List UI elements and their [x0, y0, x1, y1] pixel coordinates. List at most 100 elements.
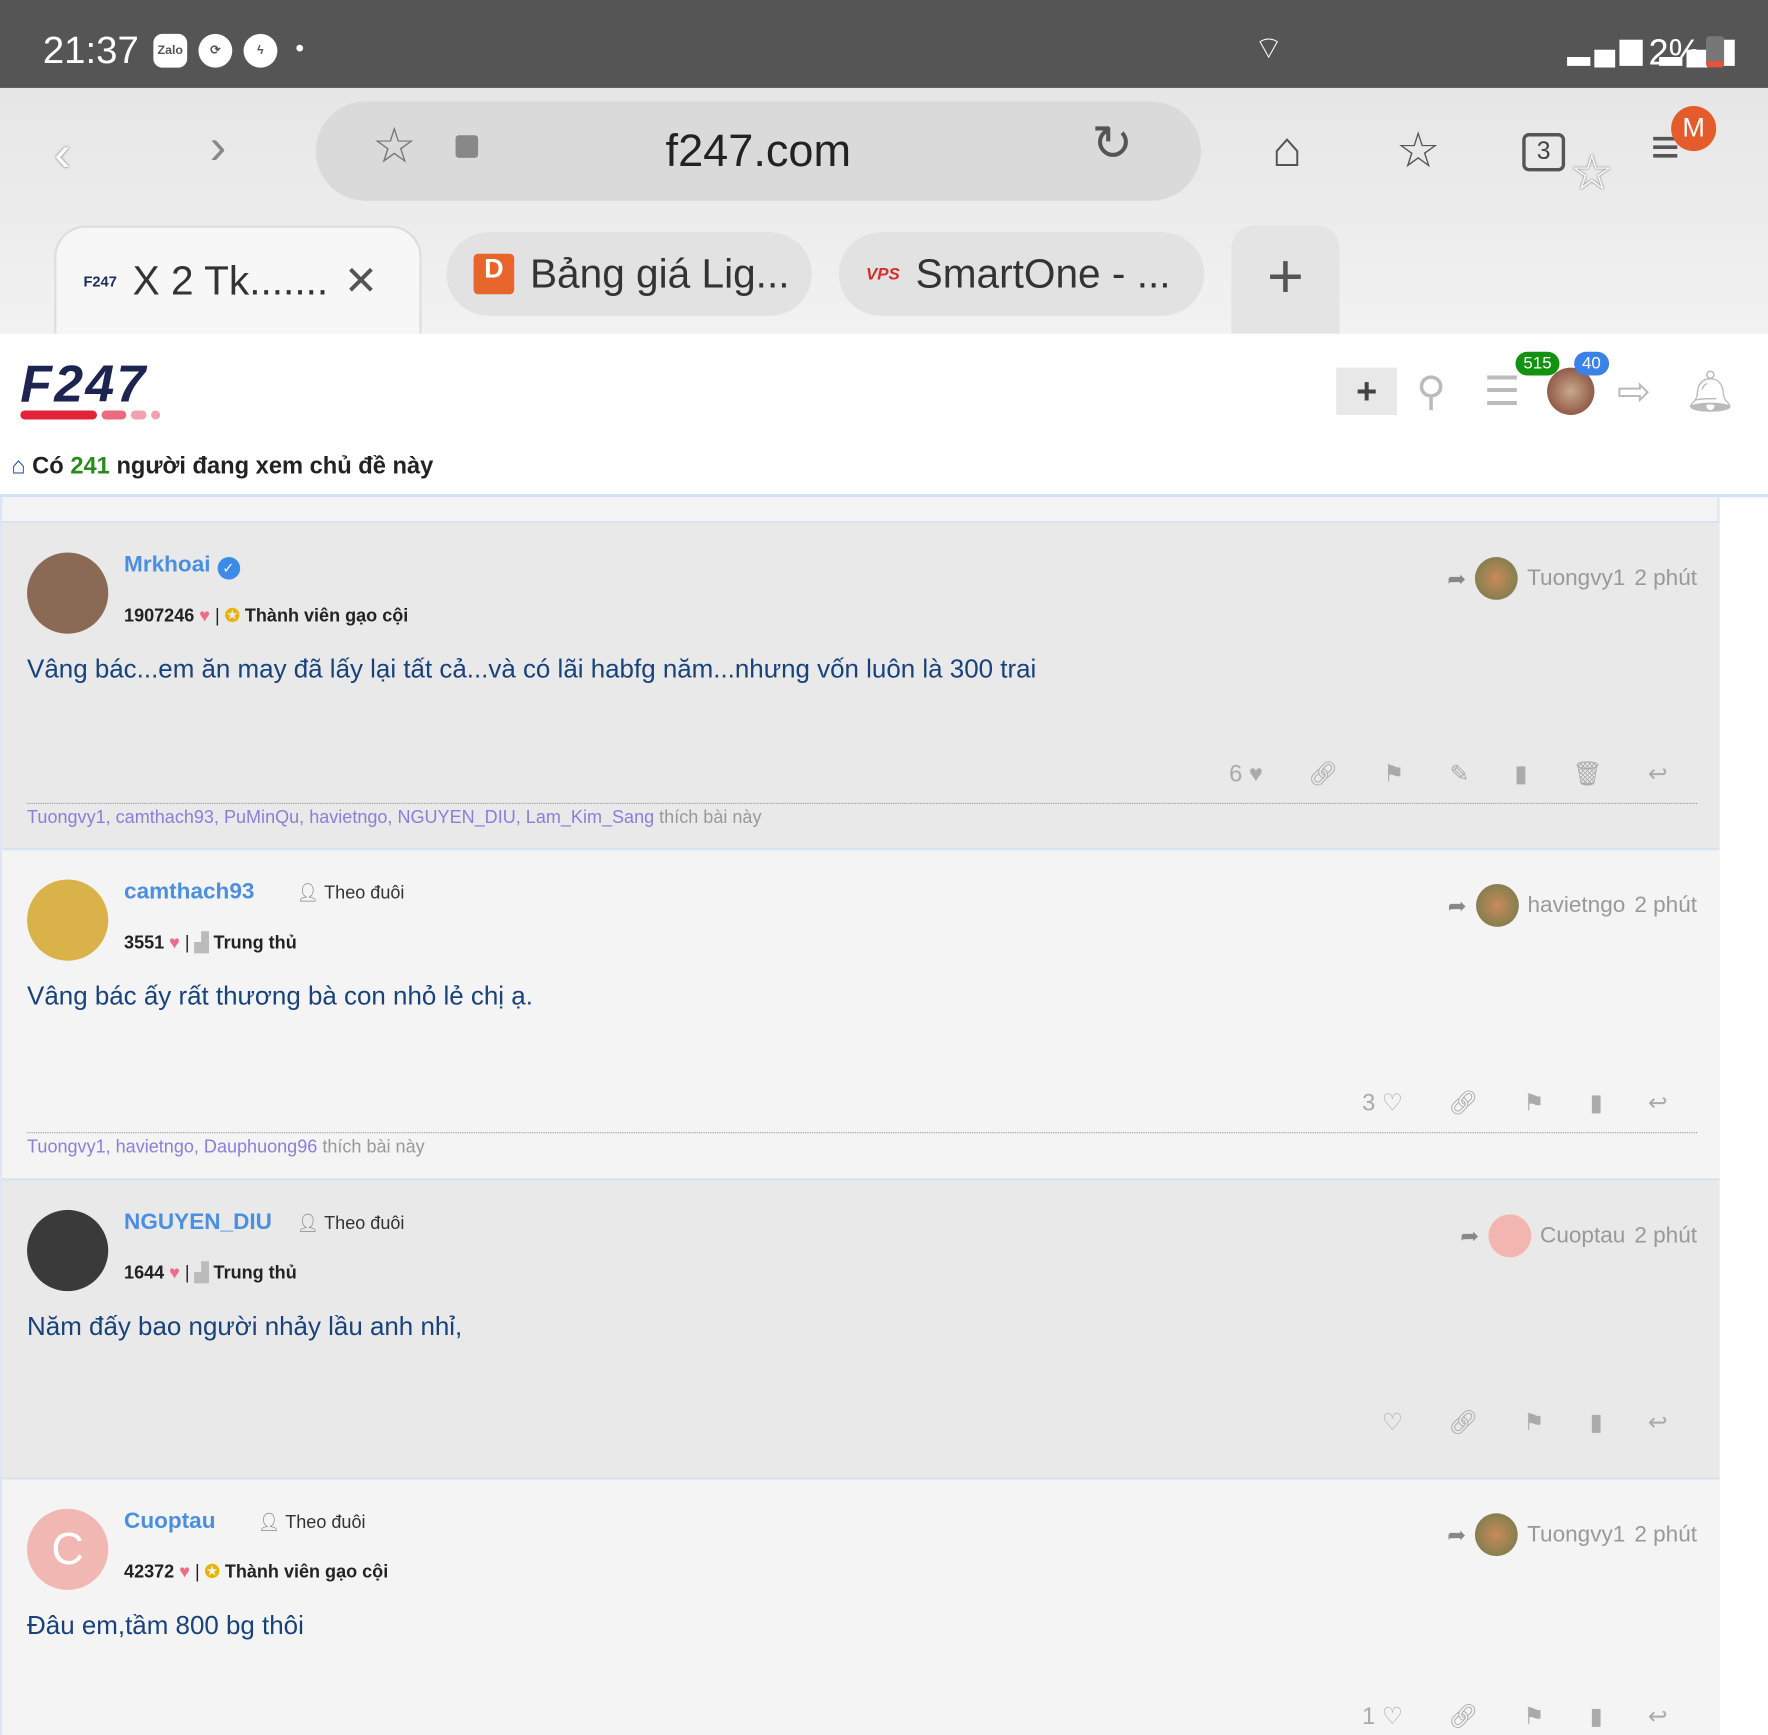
heart-icon: ♡	[1381, 1090, 1404, 1117]
follow-icon: 👤︎	[257, 1513, 281, 1533]
like-button[interactable]: 3 ♡	[1362, 1089, 1403, 1117]
add-bookmark-icon[interactable]: ☆	[1570, 144, 1614, 202]
post-body: Năm đấy bao người nhảy lầu anh nhỉ,	[27, 1311, 463, 1341]
bookmark-icon[interactable]: ▮	[1590, 1089, 1603, 1117]
dot-icon: •	[295, 33, 305, 63]
link-icon[interactable]: 🔗︎	[1448, 1703, 1478, 1730]
tab-label: X 2 Tk.......	[132, 257, 329, 304]
tab-label: SmartOne - ...	[915, 250, 1171, 297]
f247-logo[interactable]: F247	[20, 357, 161, 420]
url-text[interactable]: f247.com	[316, 126, 1201, 177]
edit-icon[interactable]: ✎	[1450, 760, 1470, 788]
logout-icon[interactable]: ⇨	[1617, 368, 1651, 415]
post-actions: 1 ♡ 🔗︎ ⚑ ▮ ↩	[1362, 1703, 1668, 1731]
reply-icon[interactable]: ↩	[1648, 1408, 1668, 1436]
post-time: 2 phút	[1634, 565, 1698, 591]
zalo-icon: Zalo	[153, 33, 188, 68]
flag-icon[interactable]: ⚑	[1523, 1408, 1544, 1436]
notification-icons: Zalo ⟳ ϟ •	[153, 33, 305, 68]
link-icon[interactable]: 🔗︎	[1308, 761, 1338, 788]
likers-list: Tuongvy1, havietngo, Dauphuong96 thích b…	[27, 1132, 1698, 1158]
home-icon[interactable]: ⌂	[11, 453, 25, 479]
reply-avatar	[1488, 1214, 1532, 1258]
author-name[interactable]: Mrkhoai	[124, 553, 210, 579]
verified-icon: ✓	[217, 557, 240, 580]
address-bar[interactable]: ☆ f247.com ↻	[315, 101, 1201, 201]
battery-icon	[1706, 36, 1725, 68]
like-button[interactable]: 1 ♡	[1362, 1703, 1403, 1731]
post-time: 2 phút	[1634, 1222, 1698, 1248]
like-button[interactable]: ♡	[1382, 1408, 1403, 1436]
heart-icon: ♡	[1381, 1409, 1404, 1436]
bookmarks-icon[interactable]: ☆	[1396, 122, 1440, 180]
like-button[interactable]: 6 ♥	[1229, 761, 1263, 788]
link-icon[interactable]: 🔗︎	[1448, 1409, 1478, 1436]
reply-to[interactable]: ➦ Cuoptau 2 phút	[1460, 1214, 1698, 1258]
close-tab-icon[interactable]: ✕	[344, 257, 378, 304]
messenger-icon: ϟ	[243, 33, 278, 68]
follow-button[interactable]: 👤︎ Theo đuôi	[258, 1511, 366, 1534]
reply-icon[interactable]: ↩	[1648, 760, 1668, 788]
heart-icon: ♥	[174, 1562, 190, 1583]
tab-smartone[interactable]: VPS SmartOne - ...	[838, 232, 1205, 316]
wifi-icon: ⌔	[1253, 30, 1284, 66]
forward-icon[interactable]: ›	[210, 120, 227, 176]
author-avatar[interactable]: C	[27, 1508, 109, 1590]
reply-to[interactable]: ➦ Tuongvy1 2 phút	[1447, 1513, 1698, 1557]
reply-to[interactable]: ➦ Tuongvy1 2 phút	[1447, 557, 1697, 600]
author-stats: 3551 ♥ | ▟ Trung thủ	[124, 933, 297, 953]
post-time: 2 phút	[1634, 892, 1698, 918]
author-avatar[interactable]	[27, 879, 109, 961]
heart-icon: ♡	[1381, 1703, 1404, 1730]
follow-button[interactable]: 👤︎ Theo đuôi	[297, 1212, 405, 1235]
post: NGUYEN_DIU 👤︎ Theo đuôi 1644 ♥ | ▟ Trung t…	[2, 1178, 1720, 1478]
flag-icon[interactable]: ⚑	[1523, 1703, 1544, 1731]
notification-badge-blue: 40	[1574, 351, 1609, 376]
bookmark-icon[interactable]: ▮	[1590, 1408, 1603, 1436]
bookmark-icon[interactable]: ▮	[1515, 760, 1528, 788]
tab-count[interactable]: 3	[1522, 133, 1566, 172]
bell-icon[interactable]: 🔔︎	[1685, 368, 1737, 415]
reply-icon[interactable]: ↩	[1648, 1703, 1668, 1731]
award-icon: ✪	[224, 606, 240, 626]
status-bar: 21:37 Zalo ⟳ ϟ • ⌔ ▂▄▆ ▂▄▆ 2%	[0, 0, 1768, 88]
profile-avatar[interactable]: M	[1671, 105, 1717, 152]
author-stats: 42372 ♥ | ✪ Thành viên gạo cội	[124, 1562, 389, 1583]
heart-icon: ♥	[194, 606, 211, 626]
post-body: Vâng bác...em ăn may đã lấy lại tất cả..…	[27, 654, 1037, 684]
flag-icon[interactable]: ⚑	[1523, 1089, 1544, 1117]
reply-to[interactable]: ➦ havietngo 2 phút	[1448, 884, 1697, 927]
flag-icon[interactable]: ⚑	[1383, 760, 1404, 788]
link-icon[interactable]: 🔗︎	[1448, 1090, 1478, 1117]
delete-icon[interactable]: 🗑︎	[1573, 761, 1603, 788]
tab-bang-gia[interactable]: D Bảng giá Lig...	[446, 232, 812, 316]
search-icon[interactable]: ⚲	[1416, 368, 1446, 415]
tab-f247[interactable]: F247 X 2 Tk....... ✕	[54, 225, 422, 334]
reload-icon[interactable]: ↻	[1092, 115, 1134, 173]
author-avatar[interactable]	[27, 552, 109, 634]
clock: 21:37	[42, 29, 139, 73]
create-button[interactable]: +	[1336, 367, 1398, 415]
follow-icon: 👤︎	[296, 1214, 320, 1234]
author-name[interactable]: Cuoptau	[124, 1509, 215, 1535]
hamburger-icon[interactable]: ☰	[1484, 368, 1520, 415]
reply-icon[interactable]: ↩	[1648, 1089, 1668, 1117]
site-header: F247 + ⚲ ☰ 515 40 ⇨ 🔔︎ ⌂ Có 241 người đa…	[0, 333, 1768, 498]
back-icon[interactable]: ‹	[54, 126, 71, 182]
author-stats: 1644 ♥ | ▟ Trung thủ	[124, 1264, 297, 1284]
post-actions: ♡ 🔗︎ ⚑ ▮ ↩	[1382, 1408, 1668, 1436]
follow-button[interactable]: 👤︎ Theo đuôi	[297, 882, 405, 905]
post: C Cuoptau 👤︎ Theo đuôi 42372 ♥ | ✪ Thành v…	[2, 1477, 1720, 1735]
author-avatar[interactable]	[27, 1209, 109, 1292]
heart-icon: ♥	[1248, 760, 1263, 787]
new-tab-button[interactable]: +	[1231, 225, 1340, 334]
bookmark-icon[interactable]: ▮	[1590, 1703, 1603, 1731]
home-icon[interactable]: ⌂	[1272, 122, 1302, 178]
author-name[interactable]: NGUYEN_DIU	[124, 1210, 272, 1236]
likers-list: Tuongvy1, camthach93, PuMinQu, havietngo…	[27, 802, 1698, 829]
post-time: 2 phút	[1634, 1521, 1698, 1547]
follow-icon: 👤︎	[296, 884, 320, 904]
author-stats: 1907246 ♥ | ✪ Thành viên gạo cội	[124, 606, 409, 626]
author-name[interactable]: camthach93	[124, 880, 254, 906]
sync-icon: ⟳	[198, 33, 233, 68]
